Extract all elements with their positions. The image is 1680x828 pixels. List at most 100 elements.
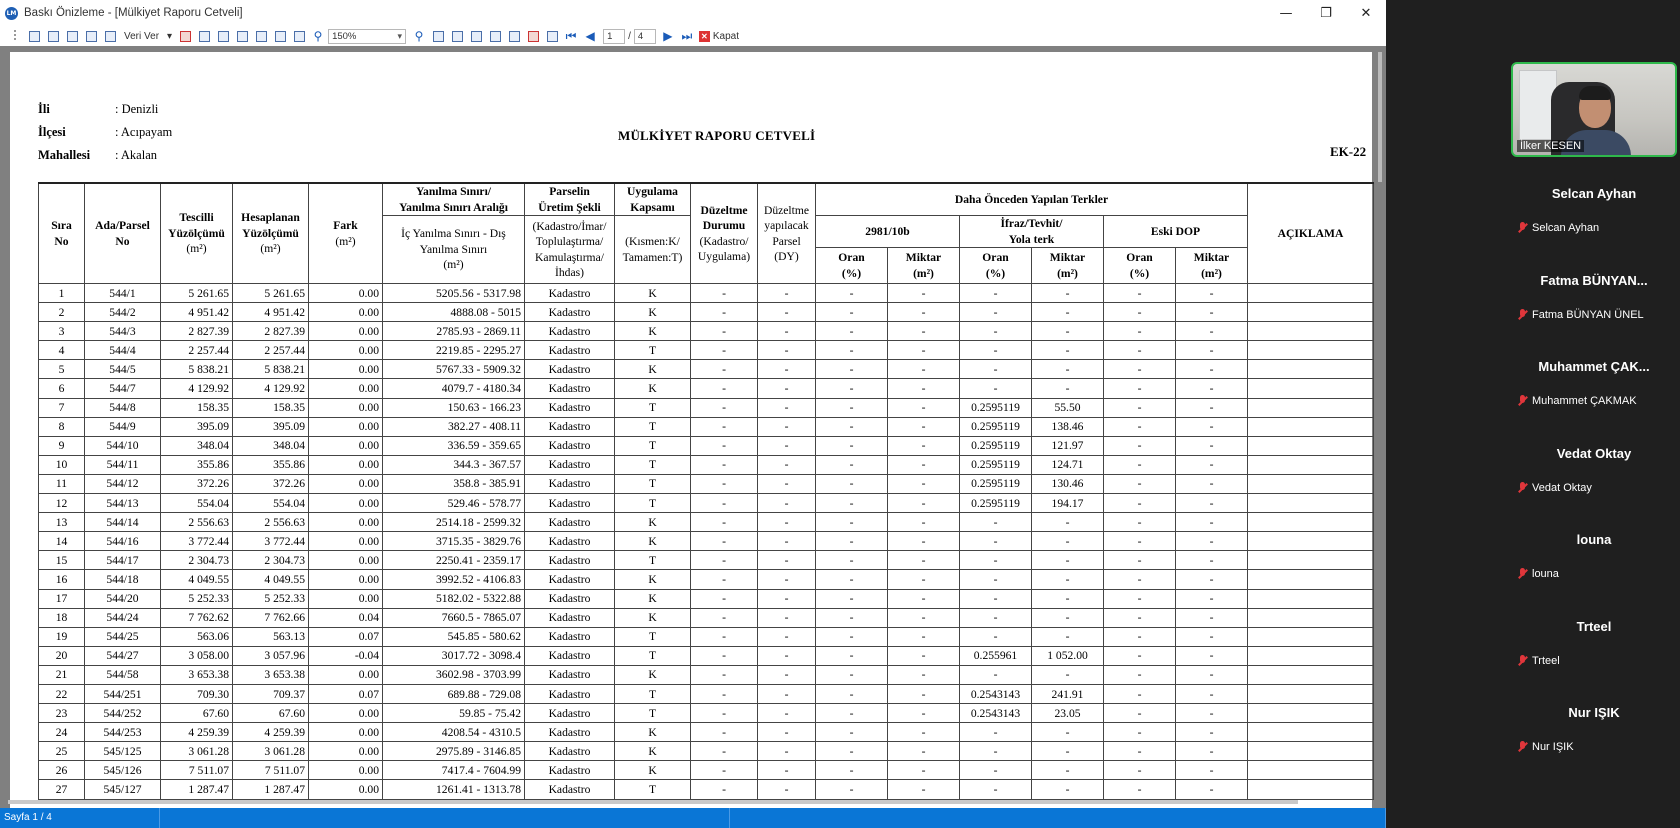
email-icon[interactable] xyxy=(195,28,213,44)
table-cell: - xyxy=(690,683,758,705)
table-cell: 12 xyxy=(38,493,85,514)
next-page-icon[interactable]: ▶ xyxy=(659,28,677,44)
last-page-icon[interactable]: ⏭ xyxy=(678,28,696,44)
veri-ver-button[interactable]: Veri Ver xyxy=(124,31,159,42)
participant-tile[interactable]: Selcan Ayhan Selcan Ayhan xyxy=(1509,166,1679,252)
first-page-icon[interactable]: ⏮ xyxy=(562,28,580,44)
table-cell: 563.13 xyxy=(232,626,309,647)
ilce-row: İlçesi: Acıpayam xyxy=(38,125,172,140)
export-icon[interactable] xyxy=(82,28,100,44)
preview-viewport[interactable]: İli: Denizli İlçesi: Acıpayam Mahallesi:… xyxy=(0,46,1386,808)
toolbar-grip-icon[interactable] xyxy=(6,28,24,44)
find-binoculars-icon[interactable] xyxy=(214,28,232,44)
table-cell: - xyxy=(815,683,888,705)
table-cell: 3 772.44 xyxy=(160,531,233,552)
participant-tile[interactable]: Nur IŞIK Nur IŞIK xyxy=(1509,685,1679,771)
save-icon[interactable] xyxy=(63,28,81,44)
two-pages-icon[interactable] xyxy=(467,28,485,44)
participant-tile[interactable]: Trteel Trteel xyxy=(1509,599,1679,685)
participant-tile[interactable]: Fatma BÜNYAN... Fatma BÜNYAN ÜNEL xyxy=(1509,253,1679,339)
table-cell: 529.46 - 578.77 xyxy=(382,493,525,514)
multi-page-icon[interactable] xyxy=(290,28,308,44)
table-cell: - xyxy=(1175,302,1248,323)
participant-tile[interactable]: Muhammet ÇAK... Muhammet ÇAKMAK xyxy=(1509,339,1679,425)
table-cell: 21 xyxy=(38,664,85,685)
data-export-icon[interactable] xyxy=(101,28,119,44)
table-cell: - xyxy=(757,397,816,418)
report-title: MÜLKİYET RAPORU CETVELİ xyxy=(618,128,816,143)
table-cell: - xyxy=(757,607,816,628)
table-cell: K xyxy=(614,321,691,342)
table-row: 5 544/5 5 838.21 5 838.21 0.00 5767.33 - 5909… xyxy=(38,359,1374,380)
scale-icon[interactable] xyxy=(271,28,289,44)
self-video-tile[interactable]: İlker KESEN xyxy=(1511,62,1677,157)
table-cell: 3 057.96 xyxy=(232,645,309,666)
table-cell: 3992.52 - 4106.83 xyxy=(382,569,525,590)
table-cell: - xyxy=(690,416,758,437)
status-segment-2 xyxy=(160,808,730,828)
table-cell: Kadastro xyxy=(524,302,615,323)
horizontal-scrollbar[interactable] xyxy=(8,800,1298,804)
col-duzeltme-parsel-label: Düzeltme yapılacak Parsel (DY) xyxy=(763,203,810,264)
table-cell: 344.3 - 367.57 xyxy=(382,454,525,475)
table-cell: - xyxy=(887,282,960,304)
page-width-icon[interactable] xyxy=(448,28,466,44)
table-cell: - xyxy=(757,531,816,552)
col-yanilma-unit: (m²) xyxy=(443,258,464,272)
zoom-in-icon[interactable]: ⚲ xyxy=(410,28,428,44)
veri-ver-dropdown-icon[interactable]: ▾ xyxy=(167,31,172,42)
table-cell: - xyxy=(690,741,758,762)
table-cell: - xyxy=(815,703,888,724)
participant-tile[interactable]: louna louna xyxy=(1509,512,1679,598)
open-folder-icon[interactable] xyxy=(44,28,62,44)
table-cell: - xyxy=(815,454,888,475)
current-page-input[interactable]: 1 xyxy=(603,28,626,44)
table-cell: - xyxy=(757,741,816,762)
page-layout-icon[interactable] xyxy=(252,28,270,44)
table-cell: 544/253 xyxy=(84,722,161,743)
table-cell: - xyxy=(1103,397,1176,418)
clear-icon[interactable] xyxy=(524,28,542,44)
table-cell: T xyxy=(614,493,691,514)
table-cell: - xyxy=(757,779,816,800)
table-cell: 544/4 xyxy=(84,340,161,361)
table-cell: - xyxy=(887,683,960,705)
zoom-icon[interactable]: ⚲ xyxy=(309,28,327,44)
table-row: 11 544/12 372.26 372.26 0.00 358.8 - 385.91 Ka… xyxy=(38,473,1374,495)
table-cell: - xyxy=(1031,512,1104,533)
table-cell: - xyxy=(815,302,888,323)
table-cell: - xyxy=(1103,321,1176,342)
table-cell: 2 304.73 xyxy=(232,550,309,571)
previous-page-icon[interactable]: ◀ xyxy=(581,28,599,44)
minimize-button[interactable]: — xyxy=(1266,6,1306,21)
pdf-export-icon[interactable] xyxy=(176,28,194,44)
close-window-button[interactable]: ✕ xyxy=(1346,6,1386,21)
table-cell: - xyxy=(887,703,960,724)
table-cell: - xyxy=(1175,683,1248,705)
many-pages-icon[interactable] xyxy=(486,28,504,44)
table-cell: - xyxy=(690,569,758,590)
zoom-select[interactable]: 150% xyxy=(328,28,407,44)
table-cell: - xyxy=(1175,454,1248,475)
vertical-scrollbar[interactable] xyxy=(1378,52,1382,182)
table-cell: Kadastro xyxy=(524,435,615,456)
edit-icon[interactable] xyxy=(543,28,561,44)
kapat-button[interactable]: ✕ Kapat xyxy=(698,30,739,42)
participant-tile[interactable]: Vedat Oktay Vedat Oktay xyxy=(1509,426,1679,512)
col-ada-label: Ada/Parsel No xyxy=(95,219,150,248)
table-cell: 0.2595119 xyxy=(959,416,1032,437)
table-cell: 150.63 - 166.23 xyxy=(382,397,525,418)
col-2981-oran: Oran (%) xyxy=(815,247,888,284)
table-cell: K xyxy=(614,760,691,781)
ilce-label: İlçesi xyxy=(38,125,66,139)
table-cell: 3715.35 - 3829.76 xyxy=(382,531,525,552)
page-setup-icon[interactable] xyxy=(233,28,251,44)
table-cell: 2 556.63 xyxy=(232,512,309,533)
table-cell: 1 287.47 xyxy=(232,779,309,800)
restore-button[interactable]: ❐ xyxy=(1306,6,1346,21)
whole-page-icon[interactable] xyxy=(429,28,447,44)
table-cell: 2 827.39 xyxy=(232,321,309,342)
watermark-icon[interactable] xyxy=(505,28,523,44)
print-icon[interactable] xyxy=(25,28,43,44)
table-cell: - xyxy=(959,340,1032,361)
